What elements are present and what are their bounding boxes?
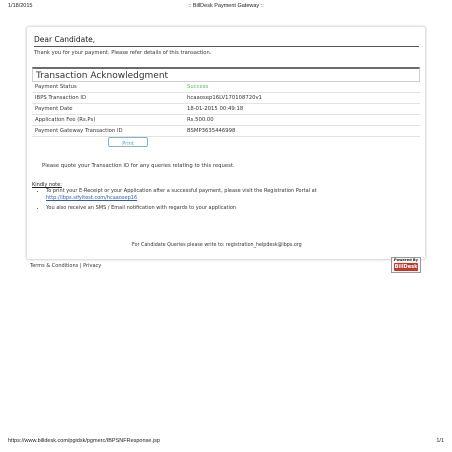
table-row: Payment Gateway Transaction ID BSMP36354… [32,125,420,137]
table-row: Payment Date 18-01-2015 00:49:18 [32,103,420,115]
print-page-title: :: BillDesk Payment Gateway :: [188,3,264,9]
thanks-message: Thank you for your payment. Please refer… [34,46,419,56]
note-text: To print your E-Receipt or your Applicat… [46,188,317,194]
transaction-details-table: Payment Status Success IBPS Transaction … [32,82,420,137]
detail-value: Rs.500.00 [184,114,420,126]
transaction-acknowledgment: Transaction Acknowledgment Payment Statu… [32,67,420,159]
detail-label: Payment Gateway Transaction ID [32,125,184,137]
payment-status-value: Success [184,82,420,93]
print-header: 1/18/2015 :: BillDesk Payment Gateway :: [8,3,444,13]
table-row: Payment Status Success [32,82,420,93]
print-button[interactable]: Print [108,137,148,147]
notes-list: To print your E-Receipt or your Applicat… [32,188,431,215]
detail-label: Payment Status [32,82,184,93]
print-footer: https://www.billdesk.com/pgidsk/pgmerc/I… [8,438,444,448]
candidate-queries: For Candidate Queries please write to: r… [132,243,302,248]
terms-privacy-links[interactable]: Terms & Conditions | Privacy [30,263,101,269]
table-row: Application Fee (Rs.Ps) Rs.500.00 [32,114,420,126]
print-url: https://www.billdesk.com/pgidsk/pgmerc/I… [8,438,160,444]
detail-value: 18-01-2015 00:49:18 [184,103,420,115]
greeting: Dear Candidate, [34,35,96,44]
note-text: You also receive an SMS / Email notifica… [46,205,237,211]
list-item: To print your E-Receipt or your Applicat… [46,188,431,202]
detail-label: Payment Date [32,103,184,115]
registration-portal-link[interactable]: http://ibps.sifyitest.com/hcaaosep16 [46,195,137,201]
detail-label: IBPS Transaction ID [32,92,184,104]
detail-label: Application Fee (Rs.Ps) [32,114,184,126]
billdesk-logo: BillDesk [394,263,418,271]
list-item: You also receive an SMS / Email notifica… [46,205,431,212]
powered-by-badge: Powered By BillDesk [391,257,421,273]
ack-title: Transaction Acknowledgment [32,67,420,82]
receipt-card: Dear Candidate, Thank you for your payme… [27,27,425,273]
print-page-number: 1/1 [436,438,444,444]
table-row: IBPS Transaction ID hcaaosep16LV17010872… [32,92,420,104]
detail-value: hcaaosep16LV170108720v1 [184,92,420,104]
quote-transaction-note: Please quote your Transaction ID for any… [42,163,235,169]
detail-value: BSMP3635446998 [184,125,420,137]
